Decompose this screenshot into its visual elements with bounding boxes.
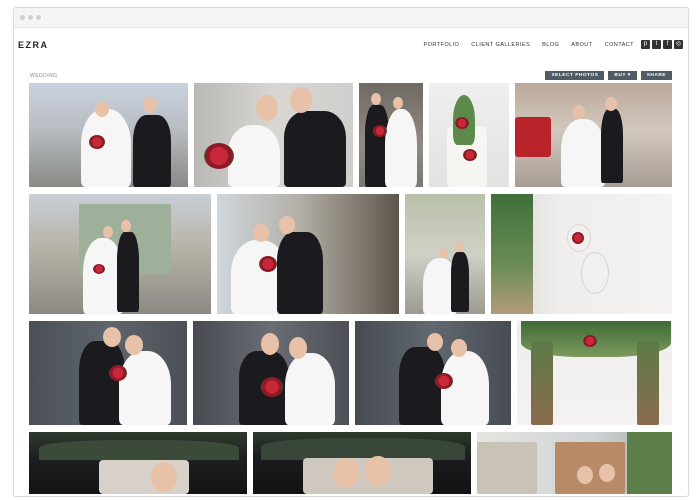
instagram-icon[interactable]: ◎ [674, 40, 683, 49]
nav-client-galleries[interactable]: CLIENT GALLERIES [471, 42, 530, 48]
window-dot-icon[interactable] [28, 15, 33, 20]
window-dot-icon[interactable] [36, 15, 41, 20]
window-chrome [14, 8, 688, 28]
share-button[interactable]: SHARE [640, 71, 672, 80]
gallery-photo[interactable] [517, 321, 672, 425]
breadcrumb[interactable]: WEDDING [30, 73, 58, 79]
gallery-photo[interactable] [491, 194, 672, 314]
gallery-photo[interactable] [477, 432, 672, 494]
gallery-photo[interactable] [405, 194, 485, 314]
site-logo[interactable]: EZRA [18, 40, 49, 50]
gallery-photo[interactable] [429, 83, 509, 187]
buy-button[interactable]: BUY ▾ [608, 71, 637, 80]
gallery-photo[interactable] [29, 321, 187, 425]
nav-portfolio[interactable]: PORTFOLIO [423, 42, 459, 48]
gallery-photo[interactable] [355, 321, 511, 425]
gallery-photo[interactable] [515, 83, 672, 187]
facebook-icon[interactable]: f [663, 40, 672, 49]
twitter-icon[interactable]: t [652, 40, 661, 49]
gallery-actions: SELECT PHOTOS BUY ▾ SHARE [545, 71, 672, 80]
gallery-photo[interactable] [217, 194, 399, 314]
pinterest-icon[interactable]: p [641, 40, 650, 49]
gallery-photo[interactable] [253, 432, 471, 494]
gallery-photo[interactable] [193, 321, 349, 425]
window-dot-icon[interactable] [20, 15, 25, 20]
gallery-photo[interactable] [359, 83, 423, 187]
nav-blog[interactable]: BLOG [542, 42, 559, 48]
gallery-photo[interactable] [29, 194, 211, 314]
main-nav: PORTFOLIO CLIENT GALLERIES BLOG ABOUT CO… [423, 42, 634, 48]
select-photos-button[interactable]: SELECT PHOTOS [545, 71, 605, 80]
gallery-photo[interactable] [29, 432, 247, 494]
social-links: p t f ◎ [641, 40, 683, 49]
nav-about[interactable]: ABOUT [571, 42, 592, 48]
site-header: EZRA PORTFOLIO CLIENT GALLERIES BLOG ABO… [14, 28, 688, 68]
gallery-photo[interactable] [194, 83, 353, 187]
nav-contact[interactable]: CONTACT [605, 42, 634, 48]
gallery-photo[interactable] [29, 83, 188, 187]
